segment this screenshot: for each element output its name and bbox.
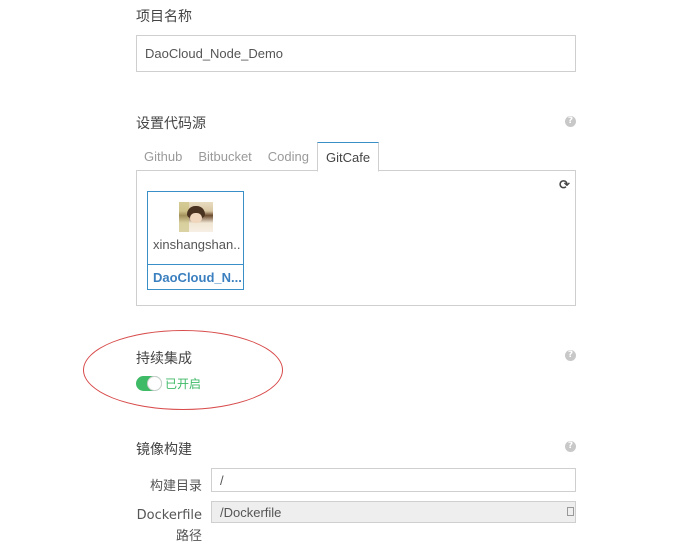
dockerfile-label-line1: Dockerfile [136,508,202,523]
project-name-input[interactable]: DaoCloud_Node_Demo [136,35,576,72]
build-help-icon[interactable]: ? [565,441,576,452]
tab-bitbucket[interactable]: Bitbucket [190,142,259,171]
ci-toggle[interactable] [136,376,162,391]
source-label: 设置代码源 [136,116,206,132]
repo-name: DaoCloud_N... [153,270,241,285]
annotation-ellipse [83,330,283,410]
build-dir-label: 构建目录 [149,479,202,494]
card-divider [148,264,243,265]
tab-github[interactable]: Github [136,142,190,171]
avatar [179,202,213,232]
repo-owner: xinshangshan... [153,237,241,252]
tab-gitcafe[interactable]: GitCafe [317,142,380,172]
ci-label: 持续集成 [136,351,192,367]
source-tabs: Github Bitbucket Coding GitCafe [136,142,380,172]
file-icon [567,507,574,516]
repo-card[interactable]: xinshangshan... DaoCloud_N... [147,191,244,290]
toggle-knob [147,376,162,391]
build-dir-input[interactable]: / [211,468,576,492]
dockerfile-label-line2: 路径 [175,529,202,544]
build-label: 镜像构建 [136,442,192,458]
project-name-label: 项目名称 [136,9,192,25]
dockerfile-path-input[interactable]: /Dockerfile [211,501,576,523]
ci-status-text: 已开启 [165,377,202,391]
tab-coding[interactable]: Coding [260,142,317,171]
source-help-icon[interactable]: ? [565,116,576,127]
ci-help-icon[interactable]: ? [565,350,576,361]
refresh-icon[interactable]: ⟳ [559,178,570,193]
